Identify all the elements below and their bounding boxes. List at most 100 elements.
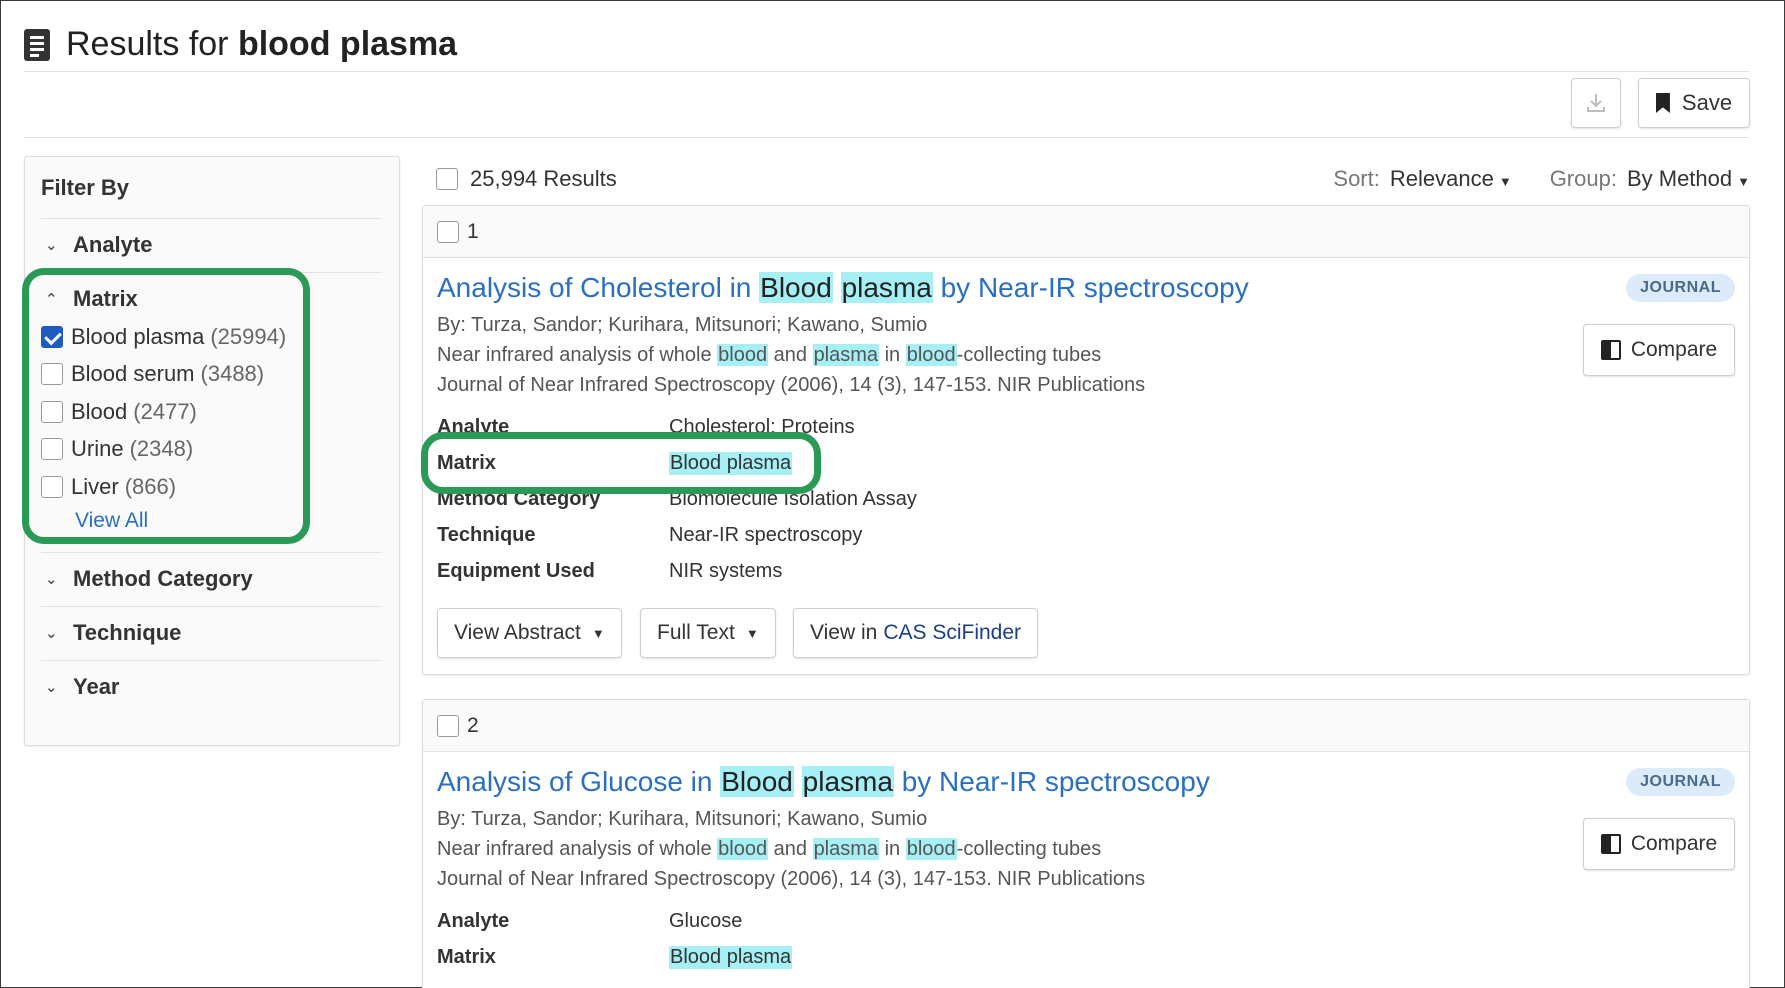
field-value: Blood plasma	[669, 946, 793, 969]
section-label: Technique	[73, 620, 182, 645]
filter-section-method-category[interactable]: ⌄ Method Category	[41, 552, 381, 605]
source-highlight: plasma	[812, 838, 880, 860]
caret-down-icon: ▼	[1737, 174, 1750, 189]
source-highlight: blood	[905, 838, 957, 860]
field-key: Technique	[437, 524, 536, 546]
result-index: 2	[467, 713, 479, 737]
filter-title: Filter By	[41, 175, 130, 200]
button-label: View in	[810, 621, 878, 644]
caret-down-icon: ▼	[591, 625, 605, 641]
title-highlight: Blood	[720, 766, 794, 797]
source-highlight: blood	[717, 838, 769, 860]
button-label: Full Text	[657, 621, 735, 644]
filter-section-analyte[interactable]: ⌄ Analyte	[41, 218, 381, 271]
select-all-checkbox[interactable]	[436, 168, 458, 190]
source-text: -collecting tubes	[956, 838, 1102, 860]
title-text: Analysis of Cholesterol in	[437, 272, 752, 303]
chevron-down-icon: ⌄	[45, 571, 58, 588]
compare-label: Compare	[1630, 338, 1718, 361]
compare-button[interactable]: Compare	[1583, 818, 1735, 870]
result-journal: Journal of Near Infrared Spectroscopy (2…	[437, 868, 1146, 890]
sort-label: Sort:	[1333, 166, 1380, 191]
view-in-scifinder-button[interactable]: View in CAS SciFinder	[793, 608, 1039, 658]
result-checkbox[interactable]	[437, 220, 459, 243]
source-text: in	[879, 838, 906, 860]
result-authors: By: Turza, Sandor; Kurihara, Mitsunori; …	[437, 808, 928, 830]
compare-icon	[1600, 340, 1621, 360]
title-query: blood plasma	[237, 25, 458, 63]
section-label: Method Category	[73, 566, 253, 591]
group-value: By Method	[1626, 166, 1733, 191]
annotation-highlight-box	[421, 432, 821, 494]
title-prefix: Results for	[66, 25, 229, 63]
chevron-down-icon: ⌄	[45, 625, 58, 642]
source-highlight: plasma	[812, 344, 880, 366]
view-abstract-button[interactable]: View Abstract ▼	[437, 608, 622, 658]
source-text: and	[768, 344, 813, 366]
card-header: 1	[423, 206, 1749, 258]
title-highlight: plasma	[840, 272, 933, 303]
title-highlight: plasma	[801, 766, 894, 797]
sort-group-controls: Sort: Relevance ▼ Group: By Method ▼	[1333, 162, 1750, 196]
journal-badge: JOURNAL	[1626, 274, 1735, 302]
bookmark-icon	[1655, 93, 1670, 113]
result-title-link[interactable]: Analysis of Glucose in Blood plasma by N…	[437, 766, 1210, 798]
compare-icon	[1600, 834, 1621, 854]
annotation-highlight-box	[22, 268, 310, 544]
field-key: Matrix	[437, 946, 496, 968]
title-text: by Near-IR spectroscopy	[901, 766, 1210, 797]
results-bar: 25,994 Results Sort: Relevance ▼ Group: B…	[436, 162, 1750, 196]
sort-dropdown[interactable]: Relevance ▼	[1390, 166, 1512, 192]
result-checkbox[interactable]	[437, 714, 459, 737]
section-label: Year	[73, 674, 120, 699]
group-label: Group:	[1549, 166, 1617, 191]
download-icon	[1587, 94, 1605, 112]
field-key: Analyte	[437, 910, 510, 932]
source-highlight: blood	[717, 344, 769, 366]
result-authors: By: Turza, Sandor; Kurihara, Mitsunori; …	[437, 314, 928, 336]
result-journal: Journal of Near Infrared Spectroscopy (2…	[437, 374, 1146, 396]
card-header: 2	[423, 700, 1749, 752]
chevron-down-icon: ⌄	[45, 237, 58, 254]
button-label: View Abstract	[454, 621, 581, 644]
result-card: 2 Analysis of Glucose in Blood plasma by…	[422, 699, 1750, 988]
field-value: NIR systems	[669, 560, 783, 582]
document-icon	[24, 28, 50, 61]
save-label: Save	[1681, 90, 1733, 115]
source-highlight: blood	[905, 344, 957, 366]
chevron-down-icon: ⌄	[45, 679, 58, 696]
source-text: in	[879, 344, 906, 366]
download-button[interactable]	[1571, 78, 1621, 128]
sort-value: Relevance	[1389, 166, 1494, 191]
full-text-button[interactable]: Full Text ▼	[640, 608, 776, 658]
page-title: Results for blood plasma	[66, 25, 457, 64]
page-header: Results for blood plasma	[24, 18, 1749, 72]
result-source-title: Near infrared analysis of whole blood an…	[437, 838, 1101, 861]
result-index: 1	[467, 219, 479, 243]
scifinder-label: CAS SciFinder	[883, 621, 1022, 644]
group-dropdown[interactable]: By Method ▼	[1627, 166, 1750, 192]
filter-section-year[interactable]: ⌄ Year	[41, 660, 381, 713]
result-source-title: Near infrared analysis of whole blood an…	[437, 344, 1101, 367]
results-count: 25,994 Results	[470, 166, 617, 191]
section-label: Analyte	[73, 232, 153, 257]
source-text: and	[768, 838, 813, 860]
source-text: Near infrared analysis of whole	[437, 838, 718, 860]
journal-badge: JOURNAL	[1626, 768, 1735, 796]
caret-down-icon: ▼	[1498, 174, 1512, 189]
toolbar: Save	[24, 72, 1750, 138]
source-text: -collecting tubes	[956, 344, 1102, 366]
save-button[interactable]: Save	[1638, 78, 1750, 128]
compare-button[interactable]: Compare	[1583, 324, 1735, 376]
field-value: Near-IR spectroscopy	[669, 524, 863, 546]
field-key: Equipment Used	[437, 560, 595, 582]
field-value: Glucose	[669, 910, 743, 932]
result-title-link[interactable]: Analysis of Cholesterol in Blood plasma …	[437, 272, 1249, 304]
title-text: Analysis of Glucose in	[437, 766, 713, 797]
source-text: Near infrared analysis of whole	[437, 344, 718, 366]
title-text: by Near-IR spectroscopy	[940, 272, 1249, 303]
filter-section-technique[interactable]: ⌄ Technique	[41, 606, 381, 659]
caret-down-icon: ▼	[745, 625, 759, 641]
title-highlight: Blood	[759, 272, 833, 303]
compare-label: Compare	[1630, 832, 1718, 855]
